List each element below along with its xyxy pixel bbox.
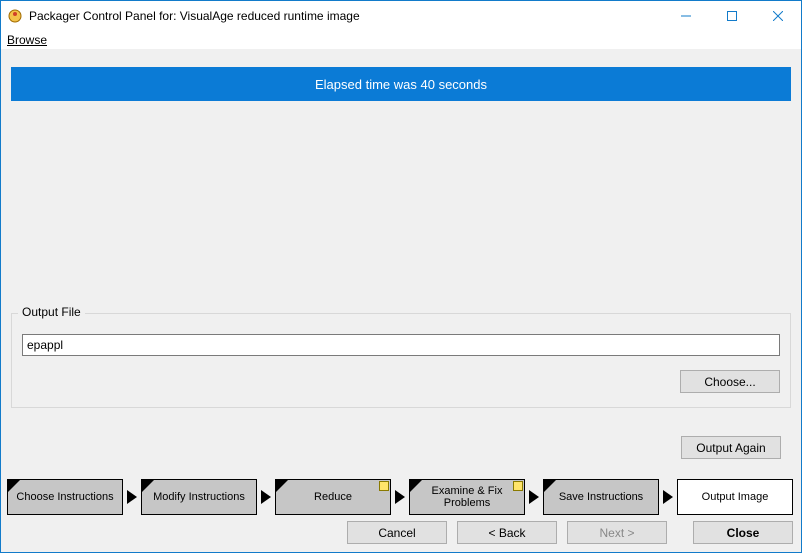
step-label: Reduce — [314, 491, 352, 503]
status-text: Elapsed time was 40 seconds — [315, 77, 487, 92]
step-completed-marker — [142, 480, 154, 492]
output-file-legend: Output File — [18, 305, 85, 319]
wizard-steps: Choose Instructions Modify Instructions Re… — [1, 475, 801, 517]
window: Packager Control Panel for: VisualAge re… — [0, 0, 802, 553]
step-arrow-icon — [127, 490, 137, 504]
step-label: Modify Instructions — [153, 491, 245, 503]
step-label: Output Image — [702, 491, 769, 503]
minimize-button[interactable] — [663, 1, 709, 31]
wizard-step[interactable]: Save Instructions — [543, 479, 659, 515]
step-arrow-icon — [663, 490, 673, 504]
output-again-button[interactable]: Output Again — [681, 436, 781, 459]
wizard-step[interactable]: Modify Instructions — [141, 479, 257, 515]
step-arrow-icon — [395, 490, 405, 504]
wizard-step[interactable]: Examine & Fix Problems — [409, 479, 525, 515]
step-note-icon — [379, 481, 389, 491]
cancel-button[interactable]: Cancel — [347, 521, 447, 544]
step-arrow-icon — [261, 490, 271, 504]
choose-button[interactable]: Choose... — [680, 370, 780, 393]
output-file-input[interactable] — [22, 334, 780, 356]
back-button[interactable]: < Back — [457, 521, 557, 544]
step-completed-marker — [276, 480, 288, 492]
content-area: Elapsed time was 40 seconds Output File … — [11, 59, 791, 465]
app-icon — [7, 8, 23, 24]
step-completed-marker — [8, 480, 20, 492]
wizard-step[interactable]: Output Image — [677, 479, 793, 515]
client-area: Elapsed time was 40 seconds Output File … — [1, 49, 801, 552]
step-note-icon — [513, 481, 523, 491]
step-completed-marker — [544, 480, 556, 492]
window-controls — [663, 1, 801, 31]
wizard-step[interactable]: Choose Instructions — [7, 479, 123, 515]
status-banner: Elapsed time was 40 seconds — [11, 67, 791, 101]
output-file-group: Output File Choose... — [11, 313, 791, 408]
spacer — [11, 111, 791, 313]
maximize-button[interactable] — [709, 1, 755, 31]
close-button[interactable]: Close — [693, 521, 793, 544]
nav-buttons: Cancel < Back Next > Close — [1, 517, 801, 552]
step-completed-marker — [410, 480, 422, 492]
wizard-step[interactable]: Reduce — [275, 479, 391, 515]
step-label: Save Instructions — [559, 491, 643, 503]
titlebar: Packager Control Panel for: VisualAge re… — [1, 1, 801, 31]
step-label: Examine & Fix Problems — [416, 485, 518, 509]
menubar: Browse — [1, 31, 801, 49]
step-arrow-icon — [529, 490, 539, 504]
menu-browse[interactable]: Browse — [5, 33, 49, 47]
close-window-button[interactable] — [755, 1, 801, 31]
next-button[interactable]: Next > — [567, 521, 667, 544]
step-label: Choose Instructions — [16, 491, 113, 503]
window-title: Packager Control Panel for: VisualAge re… — [29, 9, 663, 23]
